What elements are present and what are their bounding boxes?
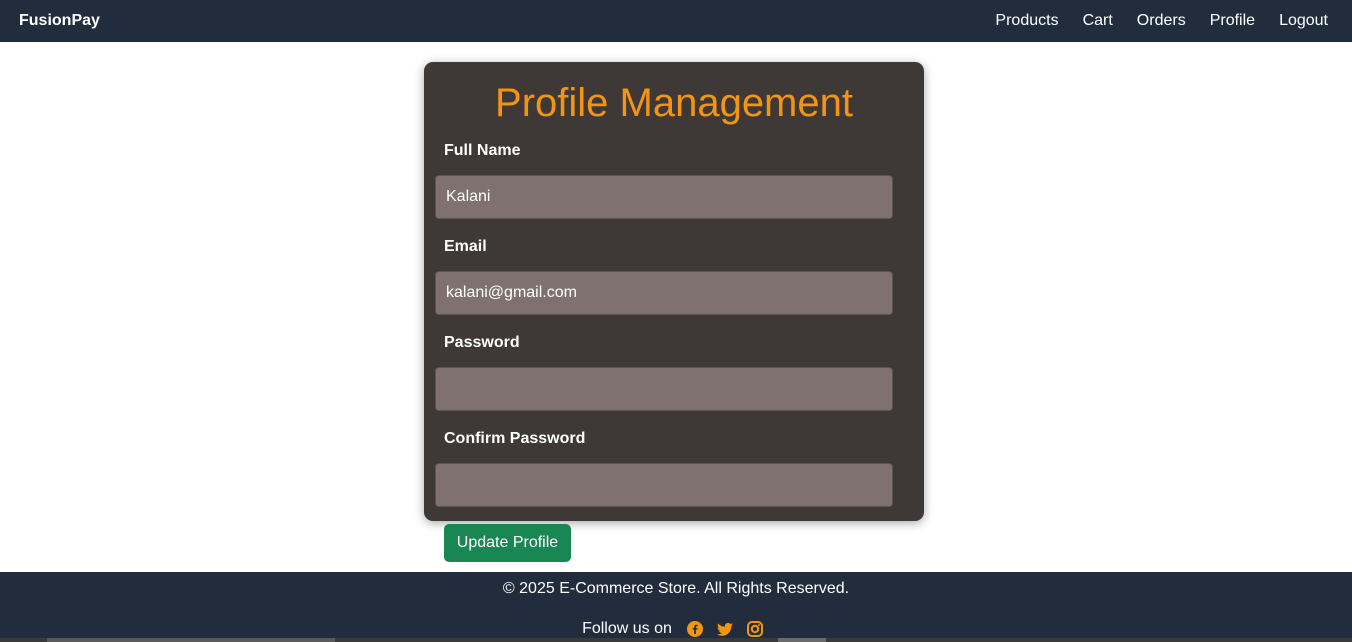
top-navbar: FusionPay Products Cart Orders Profile L… <box>0 0 1352 42</box>
password-input[interactable] <box>435 367 893 411</box>
confirm-password-label: Confirm Password <box>444 430 586 447</box>
scrollbar-segment[interactable] <box>778 638 826 642</box>
page-title: Profile Management <box>495 81 853 125</box>
brand-logo[interactable]: FusionPay <box>19 12 100 30</box>
update-profile-button[interactable]: Update Profile <box>444 524 571 562</box>
nav-link-profile[interactable]: Profile <box>1210 12 1255 30</box>
nav-link-products[interactable]: Products <box>995 12 1058 30</box>
instagram-icon[interactable] <box>746 621 763 637</box>
footer: © 2025 E-Commerce Store. All Rights Rese… <box>0 572 1352 642</box>
email-input[interactable] <box>435 271 893 315</box>
nav-link-logout[interactable]: Logout <box>1279 12 1328 30</box>
confirm-password-input[interactable] <box>435 463 893 507</box>
full-name-input[interactable] <box>435 175 893 219</box>
nav-link-orders[interactable]: Orders <box>1137 12 1186 30</box>
profile-card: Profile Management Full Name Email Passw… <box>424 62 924 521</box>
copyright-text: © 2025 E-Commerce Store. All Rights Rese… <box>502 580 850 597</box>
nav-link-cart[interactable]: Cart <box>1083 12 1113 30</box>
facebook-icon[interactable] <box>686 621 703 637</box>
full-name-label: Full Name <box>444 142 521 159</box>
scrollbar-segment[interactable] <box>47 638 335 642</box>
nav-links: Products Cart Orders Profile Logout <box>971 12 1328 30</box>
social-follow: Follow us on <box>0 620 1352 638</box>
twitter-icon[interactable] <box>716 621 733 637</box>
email-label: Email <box>444 238 487 255</box>
follow-text: Follow us on <box>582 620 672 637</box>
password-label: Password <box>444 334 520 351</box>
bottom-scroll-strip <box>0 638 1352 642</box>
